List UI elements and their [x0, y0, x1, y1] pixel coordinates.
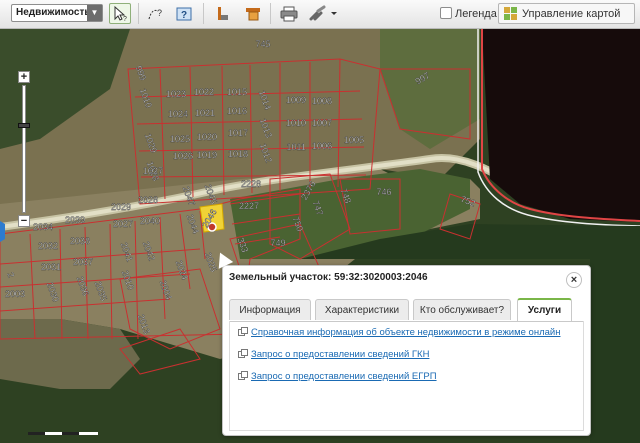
layer-tool-icon [218, 7, 228, 20]
svg-text:?: ? [157, 8, 162, 18]
tab-characteristics[interactable]: Характеристики [315, 299, 409, 320]
link-button[interactable] [307, 3, 339, 24]
measure-tool-button[interactable]: ? [145, 3, 167, 24]
select-tool-icon: ? [114, 5, 127, 23]
selected-parcel-marker [207, 222, 217, 232]
help-tool-icon: ? [176, 7, 192, 21]
layer-select[interactable]: Недвижимость ▼ [11, 4, 103, 22]
popup-title: Земельный участок: 59:32:3020003:2046 [229, 272, 428, 283]
link-egrp-request-text: Запрос о предоставлении сведений ЕГРП [251, 371, 437, 382]
tab-info[interactable]: Информация [229, 299, 311, 320]
legend-checkbox[interactable] [440, 7, 452, 19]
svg-text:?: ? [123, 16, 127, 23]
svg-text:?: ? [181, 10, 187, 21]
help-tool-button[interactable]: ? [173, 3, 195, 24]
toolbar-divider [203, 3, 204, 24]
edit-tool-icon [246, 8, 260, 21]
map-control-icon [504, 7, 517, 20]
select-tool-button[interactable]: ? [109, 3, 131, 24]
tab-services[interactable]: Услуги [517, 298, 572, 321]
link-gkn-request-text: Запрос о предоставлении сведений ГКН [251, 349, 430, 360]
print-icon [280, 6, 298, 22]
legend-label: Легенда [455, 8, 497, 20]
toolbar-divider [138, 3, 139, 24]
link-icon [309, 5, 337, 21]
external-link-icon [238, 327, 248, 336]
parcel-info-popup: Земельный участок: 59:32:3020003:2046 × … [212, 249, 591, 436]
edit-tool-button[interactable] [242, 3, 264, 24]
zoom-in-button[interactable]: + [18, 71, 30, 83]
map-control-button[interactable]: Управление картой [498, 3, 635, 24]
popup-content: Справочная информация об объекте недвижи… [229, 321, 584, 431]
link-reference-info[interactable]: Справочная информация об объекте недвижи… [238, 327, 560, 338]
print-button[interactable] [278, 3, 300, 24]
chevron-down-icon[interactable]: ▼ [87, 5, 102, 21]
external-link-icon [238, 371, 248, 380]
layer-select-value: Недвижимость [16, 7, 91, 18]
link-gkn-request[interactable]: Запрос о предоставлении сведений ГКН [238, 349, 429, 360]
map-control-label: Управление картой [522, 8, 621, 20]
zoom-control: + − [18, 71, 30, 229]
zoom-slider-handle[interactable] [18, 123, 30, 128]
popup-tabs: Информация Характеристики Кто обслуживае… [229, 298, 584, 322]
zoom-out-button[interactable]: − [18, 215, 30, 227]
toolbar: Недвижимость ▼ ? ? ? Легенда Управление … [0, 0, 640, 29]
layer-tool-button[interactable] [212, 3, 234, 24]
measure-tool-icon: ? [148, 8, 162, 20]
link-egrp-request[interactable]: Запрос о предоставлении сведений ЕГРП [238, 371, 437, 382]
external-link-icon [238, 349, 248, 358]
link-reference-info-text: Справочная информация об объекте недвижи… [251, 327, 561, 338]
zoom-track[interactable] [22, 85, 26, 213]
tab-who-serves[interactable]: Кто обслуживает? [413, 299, 511, 320]
close-icon[interactable]: × [566, 272, 582, 288]
toolbar-divider [270, 3, 271, 24]
